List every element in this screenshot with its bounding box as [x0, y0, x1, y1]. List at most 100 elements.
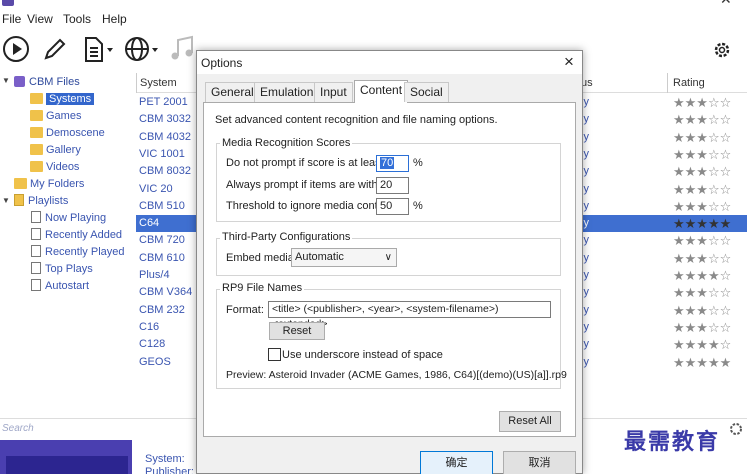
playlist-icon [31, 245, 41, 257]
folder-icon [30, 110, 43, 121]
row-rating-stars[interactable]: ★★★☆☆ [673, 163, 731, 180]
expand-arrow-icon[interactable]: ▼ [2, 196, 10, 205]
tree-item-games[interactable]: Games [30, 108, 81, 125]
content-description: Set advanced content recognition and fil… [215, 114, 498, 126]
tree-item-videos[interactable]: Videos [30, 159, 79, 176]
row-rating-stars[interactable]: ★★★☆☆ [673, 111, 731, 128]
tab-content[interactable]: Content [354, 80, 409, 103]
prompt-score-input[interactable]: 70 [376, 155, 409, 172]
gear-icon[interactable] [710, 38, 734, 62]
row-system: CBM 3032 [139, 113, 191, 126]
row-system: CBM 232 [139, 303, 185, 316]
preview-filename: Preview: Asteroid Invader (ACME Games, 1… [226, 369, 567, 381]
tree-item-label: Gallery [46, 144, 81, 156]
tree-item-label: My Folders [30, 178, 85, 190]
folder-icon [30, 144, 43, 155]
menu-view[interactable]: View [27, 12, 53, 26]
tab-social[interactable]: Social [404, 82, 449, 102]
playlist-icon [31, 211, 41, 223]
settings-icon[interactable] [728, 421, 744, 437]
row-rating-stars[interactable]: ★★★☆☆ [673, 302, 731, 319]
chevron-down-icon: ∨ [384, 252, 392, 263]
tree-my-folders[interactable]: My Folders [14, 176, 84, 193]
edit-icon[interactable] [40, 34, 70, 64]
tree-item-systems[interactable]: Systems [30, 91, 95, 108]
ok-button[interactable]: 确定 [420, 451, 493, 474]
tree-item-label: Playlists [28, 195, 69, 207]
embed-media-label: Embed media: [226, 252, 297, 264]
format-input[interactable]: <title> (<publisher>, <year>, <system-fi… [268, 301, 551, 330]
tree-item-now-playing[interactable]: Now Playing [31, 210, 106, 227]
underscore-label: Use underscore instead of space [282, 349, 443, 361]
commodore-icon [14, 76, 25, 87]
tree-item-gallery[interactable]: Gallery [30, 142, 81, 159]
tree-item-recently-added[interactable]: Recently Added [31, 227, 122, 244]
tree-item-label: Now Playing [45, 212, 107, 224]
tree-item-top-plays[interactable]: Top Plays [31, 261, 93, 278]
globe-menu-icon[interactable] [122, 34, 162, 64]
row-system: CBM V364 [139, 286, 193, 299]
reset-all-button[interactable]: Reset All [499, 411, 561, 432]
row-system: CBM 4032 [139, 130, 191, 143]
tree-cbm-files[interactable]: CBM Files [14, 74, 80, 91]
embed-media-select[interactable]: Automatic ∨ [291, 248, 397, 267]
search-input[interactable]: Search [2, 423, 34, 434]
row-rating-stars[interactable]: ★★★☆☆ [673, 146, 731, 163]
third-party-title: Third-Party Configurations [220, 231, 353, 243]
folder-icon [30, 161, 43, 172]
row-rating-stars[interactable]: ★★★☆☆ [673, 181, 731, 198]
menu-tools[interactable]: Tools [63, 12, 91, 26]
row-rating-stars[interactable]: ★★★☆☆ [673, 284, 731, 301]
menu-help[interactable]: Help [102, 12, 127, 26]
playlist-icon [31, 279, 41, 291]
playlist-icon [14, 194, 24, 206]
menu-file[interactable]: File [2, 12, 21, 26]
folder-icon [14, 178, 27, 189]
expand-arrow-icon[interactable]: ▼ [2, 76, 10, 85]
row-rating-stars[interactable]: ★★★★☆ [673, 267, 731, 284]
tab-general[interactable]: General [205, 82, 260, 102]
row-rating-stars[interactable]: ★★★☆☆ [673, 250, 731, 267]
underscore-checkbox[interactable] [268, 348, 281, 361]
row-rating-stars[interactable]: ★★★★☆ [673, 336, 731, 353]
row-rating-stars[interactable]: ★★★★★ [673, 354, 731, 371]
prompt-within-label: Always prompt if items are within: [226, 179, 390, 191]
playlist-icon [31, 228, 41, 240]
row-rating-stars[interactable]: ★★★★★ [673, 215, 731, 232]
row-rating-stars[interactable]: ★★★☆☆ [673, 319, 731, 336]
system-info-label: System: [145, 453, 185, 465]
row-system: PET 2001 [139, 96, 188, 108]
tree-playlists[interactable]: Playlists [14, 193, 68, 210]
tab-emulation[interactable]: Emulation [254, 82, 320, 102]
row-system: C16 [139, 320, 160, 333]
row-rating-stars[interactable]: ★★★☆☆ [673, 129, 731, 146]
tree-item-autostart[interactable]: Autostart [31, 278, 89, 295]
row-rating-stars[interactable]: ★★★☆☆ [673, 232, 731, 249]
dialog-close-icon[interactable]: × [564, 52, 574, 72]
game-preview-thumbnail [0, 440, 132, 474]
music-icon[interactable] [168, 34, 198, 64]
row-system: VIC 20 [139, 182, 173, 195]
row-rating-stars[interactable]: ★★★☆☆ [673, 94, 731, 111]
playlist-icon [31, 262, 41, 274]
tree-item-label: Games [46, 110, 82, 122]
watermark: 最需教育 [624, 429, 721, 455]
ignore-threshold-input[interactable]: 50 [376, 198, 409, 215]
reset-format-button[interactable]: Reset [269, 322, 325, 340]
row-system: VIC 1001 [139, 147, 185, 160]
column-rating[interactable]: Rating [673, 77, 705, 89]
window-close-button[interactable]: ✕ [720, 0, 732, 8]
prompt-within-input[interactable]: 20 [376, 177, 409, 194]
row-system: CBM 610 [139, 251, 185, 264]
row-system: CBM 720 [139, 234, 185, 247]
tree-item-recently-played[interactable]: Recently Played [31, 244, 125, 261]
document-menu-icon[interactable] [80, 34, 120, 64]
prompt-score-label: Do not prompt if score is at least: [226, 157, 387, 169]
tree-item-label: Videos [46, 161, 80, 173]
column-system[interactable]: System [140, 77, 177, 89]
tab-input[interactable]: Input [314, 82, 353, 102]
cancel-button[interactable]: 取消 [503, 451, 576, 474]
play-icon[interactable] [2, 34, 32, 64]
row-rating-stars[interactable]: ★★★☆☆ [673, 198, 731, 215]
tree-item-demoscene[interactable]: Demoscene [30, 125, 105, 142]
